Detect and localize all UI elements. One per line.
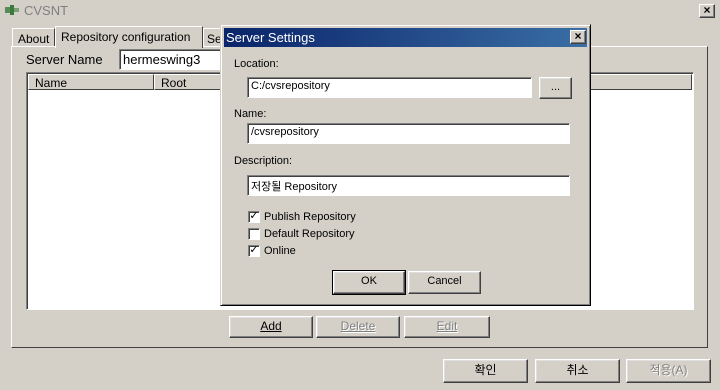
description-label: Description: <box>234 155 293 167</box>
location-label: Location: <box>234 58 279 70</box>
edit-button-label: Edit <box>436 319 458 333</box>
server-settings-dialog: Server Settings × Location: C:/cvsreposi… <box>220 24 591 306</box>
dialog-ok-button[interactable]: OK <box>332 270 406 295</box>
delete-button-label: Delete <box>340 319 376 333</box>
name-label: Name: <box>234 108 267 120</box>
window-close-button[interactable]: × <box>699 4 715 18</box>
server-name-label: Server Name <box>26 52 103 67</box>
window-titlebar[interactable]: CVSNT × <box>0 0 720 22</box>
location-field[interactable]: C:/cvsrepository <box>247 77 532 98</box>
cvsnt-window: CVSNT × About Repository configuration S… <box>0 0 720 390</box>
edit-button[interactable]: Edit <box>404 316 490 338</box>
tab-about[interactable]: About <box>12 28 55 47</box>
publish-repository-label[interactable]: Publish Repository <box>264 211 356 223</box>
browse-button[interactable]: ... <box>539 77 572 99</box>
dialog-cancel-button[interactable]: Cancel <box>408 271 481 294</box>
server-name-field[interactable]: hermeswing3 <box>119 49 223 70</box>
cvsnt-app-icon <box>5 5 19 15</box>
dialog-title: Server Settings <box>226 30 315 45</box>
dialog-titlebar[interactable]: Server Settings × <box>224 28 587 47</box>
description-field[interactable]: 저장될 Repository <box>247 175 570 196</box>
delete-button[interactable]: Delete <box>316 316 400 338</box>
online-checkbox[interactable]: ✓ <box>248 245 260 257</box>
dialog-close-button[interactable]: × <box>570 30 586 44</box>
default-repository-label[interactable]: Default Repository <box>264 228 355 240</box>
column-header-name[interactable]: Name <box>28 74 154 90</box>
add-button[interactable]: Add <box>229 316 313 338</box>
cancel-button[interactable]: 취소 <box>535 359 620 383</box>
window-title: CVSNT <box>24 3 69 18</box>
publish-repository-checkbox[interactable]: ✓ <box>248 211 260 223</box>
apply-button[interactable]: 적용(A) <box>626 359 711 383</box>
online-label[interactable]: Online <box>264 245 296 257</box>
default-repository-checkbox[interactable] <box>248 228 260 240</box>
add-button-label: Add <box>260 319 282 333</box>
name-field[interactable]: /cvsrepository <box>247 123 570 144</box>
tab-repository-configuration[interactable]: Repository configuration <box>55 26 203 48</box>
ok-button[interactable]: 확인 <box>443 359 528 383</box>
